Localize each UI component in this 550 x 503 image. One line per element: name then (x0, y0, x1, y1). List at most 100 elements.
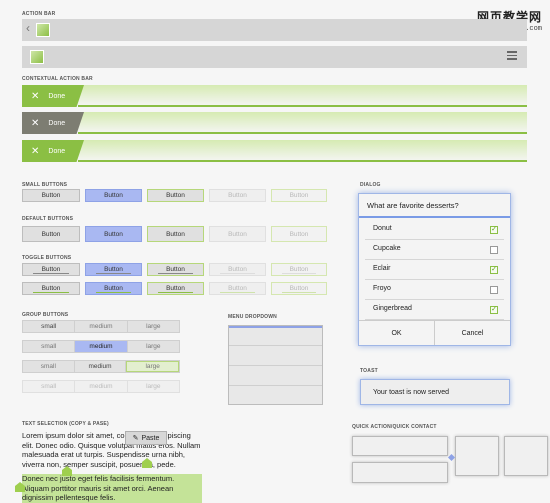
dialog-item-eclair[interactable]: Eclair ✓ (365, 260, 504, 280)
toggle-indicator (158, 273, 193, 274)
toggle-indicator (33, 292, 69, 293)
group-buttons-header: GROUP BUTTONS (22, 312, 69, 318)
toggle-label: Button (41, 266, 61, 273)
toggle-label: Button (104, 285, 123, 292)
checkbox-checked[interactable]: ✓ (490, 306, 498, 314)
toggle-indicator (282, 273, 316, 274)
checkbox-unchecked[interactable] (490, 246, 498, 254)
dialog-item-label: Eclair (373, 265, 391, 272)
close-icon: ✕ (31, 145, 40, 157)
toggle-button-on-normal[interactable]: Button (22, 282, 80, 295)
dialog-button-bar: OK Cancel (359, 320, 510, 345)
selectable-text[interactable]: Lorem ipsum dolor sit amet, consectetur … (22, 431, 202, 503)
small-button-focused[interactable]: Button (147, 189, 204, 202)
segment-large[interactable]: large (128, 381, 179, 392)
segment-large[interactable]: large (126, 361, 180, 372)
small-button-disabled[interactable]: Button (209, 189, 266, 202)
cab-glow (62, 140, 527, 162)
default-button-disabled[interactable]: Button (209, 226, 266, 242)
default-button-disabled-focused[interactable]: Button (271, 226, 327, 242)
dialog-item-label: Donut (373, 225, 392, 232)
segment-small[interactable]: small (23, 361, 75, 372)
default-button-pressed[interactable]: Button (85, 226, 142, 242)
paste-popup[interactable]: ✎ Paste (125, 431, 167, 445)
checkbox-checked[interactable]: ✓ (490, 226, 498, 234)
dialog: What are favorite desserts? Donut ✓ Cupc… (358, 193, 511, 346)
cancel-button[interactable]: Cancel (435, 321, 510, 345)
segmented-group-4: small medium large (22, 380, 180, 393)
segment-large[interactable]: large (128, 341, 179, 352)
menu-dropdown-header: MENU DROPDOWN (228, 314, 277, 320)
quick-contact-card[interactable] (504, 436, 548, 476)
segment-medium[interactable]: medium (75, 321, 128, 332)
menu-item[interactable] (229, 326, 322, 346)
toggle-indicator (282, 292, 316, 293)
toggle-button-off-focused[interactable]: Button (147, 263, 204, 276)
toggle-indicator (220, 292, 255, 293)
menu-item[interactable] (229, 366, 322, 386)
toggle-button-off-disabled[interactable]: Button (209, 263, 266, 276)
segment-large[interactable]: large (128, 321, 179, 332)
toggle-button-on-pressed[interactable]: Button (85, 282, 142, 295)
quick-action-header: QUICK ACTION/QUICK CONTACT (352, 424, 437, 430)
dialog-title: What are favorite desserts? (359, 194, 510, 218)
paste-icon: ✎ (132, 435, 139, 442)
small-button-normal[interactable]: Button (22, 189, 80, 202)
toggle-button-off-normal[interactable]: Button (22, 263, 80, 276)
contextual-action-bar-green: ✕ Done (22, 85, 527, 107)
done-button[interactable]: ✕ Done (22, 112, 84, 134)
toggle-label: Button (166, 285, 185, 292)
segment-medium[interactable]: medium (75, 361, 127, 372)
paste-label: Paste (141, 434, 160, 442)
segmented-group-2: small medium large (22, 340, 180, 353)
done-button[interactable]: ✕ Done (22, 140, 84, 162)
default-button-focused[interactable]: Button (147, 226, 204, 242)
dialog-item-cupcake[interactable]: Cupcake (365, 240, 504, 260)
cab-underline (78, 132, 527, 134)
segment-small[interactable]: small (23, 381, 76, 392)
menu-dropdown (228, 325, 323, 405)
toggle-indicator (158, 292, 193, 293)
toggle-button-on-focused[interactable]: Button (147, 282, 204, 295)
dialog-item-gingerbread[interactable]: Gingerbread ✓ (365, 300, 504, 320)
small-button-pressed[interactable]: Button (85, 189, 142, 202)
action-bar-header: ACTION BAR (22, 11, 56, 17)
segmented-group-3: small medium large (22, 360, 180, 373)
app-icon[interactable] (30, 50, 44, 64)
toast: Your toast is now served (360, 379, 510, 405)
contextual-action-bar-gray: ✕ Done (22, 112, 527, 134)
small-button-disabled-focused[interactable]: Button (271, 189, 327, 202)
text-paragraph-1: Lorem ipsum dolor sit amet, consectetur … (22, 431, 201, 469)
quick-action-bar[interactable] (352, 462, 448, 483)
segmented-group-1: small medium large (22, 320, 180, 333)
close-icon: ✕ (31, 117, 40, 129)
ok-button[interactable]: OK (359, 321, 435, 345)
overflow-menu-icon[interactable] (507, 51, 517, 61)
segment-small[interactable]: small (23, 341, 76, 352)
toast-header: TOAST (360, 368, 378, 374)
dialog-item-froyo[interactable]: Froyo (365, 280, 504, 300)
toggle-indicator (96, 273, 131, 274)
segment-medium[interactable]: medium (75, 341, 128, 352)
segment-medium[interactable]: medium (75, 381, 128, 392)
toggle-label: Button (289, 285, 309, 292)
toggle-button-off-pressed[interactable]: Button (85, 263, 142, 276)
default-button-normal[interactable]: Button (22, 226, 80, 242)
back-icon[interactable]: ‹ (26, 21, 30, 35)
dialog-item-donut[interactable]: Donut ✓ (365, 220, 504, 240)
checkbox-unchecked[interactable] (490, 286, 498, 294)
dialog-item-label: Gingerbread (373, 305, 412, 312)
toggle-button-on-disabled[interactable]: Button (209, 282, 266, 295)
quick-action-arrow-icon (447, 453, 456, 462)
toggle-button-on-disabled-focused[interactable]: Button (271, 282, 327, 295)
done-button[interactable]: ✕ Done (22, 85, 84, 107)
checkbox-checked[interactable]: ✓ (490, 266, 498, 274)
quick-contact-card[interactable] (455, 436, 499, 476)
segment-small[interactable]: small (23, 321, 76, 332)
toggle-button-off-disabled-focused[interactable]: Button (271, 263, 327, 276)
menu-item[interactable] (229, 386, 322, 406)
menu-item[interactable] (229, 346, 322, 366)
toggle-indicator (96, 292, 131, 293)
app-icon[interactable] (36, 23, 50, 37)
quick-action-bar[interactable] (352, 436, 448, 456)
